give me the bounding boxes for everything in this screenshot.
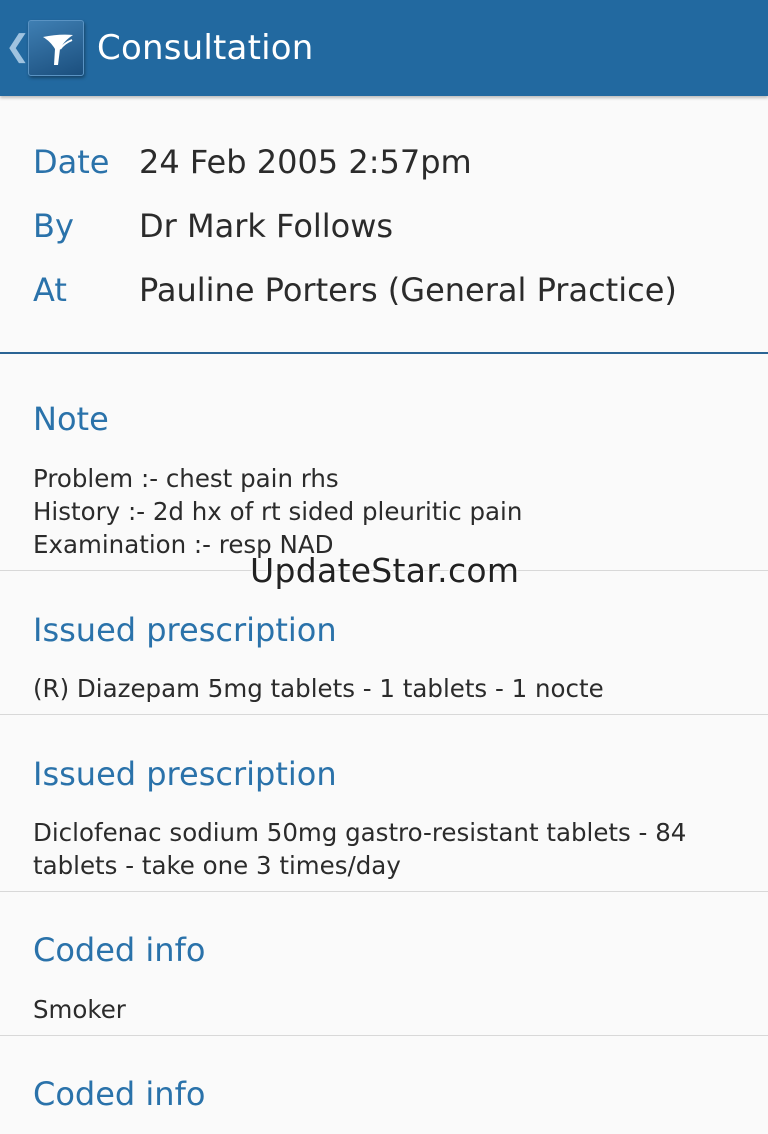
by-value: Dr Mark Follows — [139, 207, 394, 245]
section-title: Issued prescription — [33, 611, 337, 649]
section-title: Issued prescription — [33, 755, 337, 793]
section-body: Problem :- chest pain rhs History :- 2d … — [33, 462, 743, 561]
note-line: History :- 2d hx of rt sided pleuritic p… — [33, 497, 523, 526]
at-value: Pauline Porters (General Practice) — [139, 271, 677, 309]
consultation-details: Date 24 Feb 2005 2:57pm By Dr Mark Follo… — [0, 96, 768, 354]
page-title: Consultation — [97, 28, 314, 68]
at-label: At — [33, 271, 67, 309]
coded-info-section[interactable]: Coded info Smoker — [0, 892, 768, 1035]
date-value: 24 Feb 2005 2:57pm — [139, 143, 472, 181]
section-body: (R) Diazepam 5mg tablets - 1 tablets - 1… — [33, 672, 743, 705]
prescription-section[interactable]: Issued prescription (R) Diazepam 5mg tab… — [0, 571, 768, 714]
app-logo-icon[interactable] — [28, 20, 84, 76]
section-title: Coded info — [33, 931, 206, 969]
prescription-line: tablets - take one 3 times/day — [33, 851, 401, 880]
by-label: By — [33, 207, 74, 245]
prescription-line: (R) Diazepam 5mg tablets - 1 tablets - 1… — [33, 674, 604, 703]
date-label: Date — [33, 143, 110, 181]
note-section[interactable]: Note Problem :- chest pain rhs History :… — [0, 354, 768, 570]
watermark-text: UpdateStar.com — [250, 551, 520, 590]
chevron-left-icon[interactable]: ❮ — [5, 30, 30, 64]
prescription-section[interactable]: Issued prescription Diclofenac sodium 50… — [0, 715, 768, 891]
section-title: Note — [33, 400, 109, 438]
note-line: Problem :- chest pain rhs — [33, 464, 339, 493]
section-title: Coded info — [33, 1075, 206, 1113]
coded-info-section[interactable]: Coded info — [0, 1036, 768, 1134]
prescription-line: Diclofenac sodium 50mg gastro-resistant … — [33, 818, 687, 847]
section-body: Smoker — [33, 993, 743, 1026]
section-body: Diclofenac sodium 50mg gastro-resistant … — [33, 816, 743, 882]
action-bar: ❮ Consultation — [0, 0, 768, 96]
coded-info-line: Smoker — [33, 995, 126, 1024]
